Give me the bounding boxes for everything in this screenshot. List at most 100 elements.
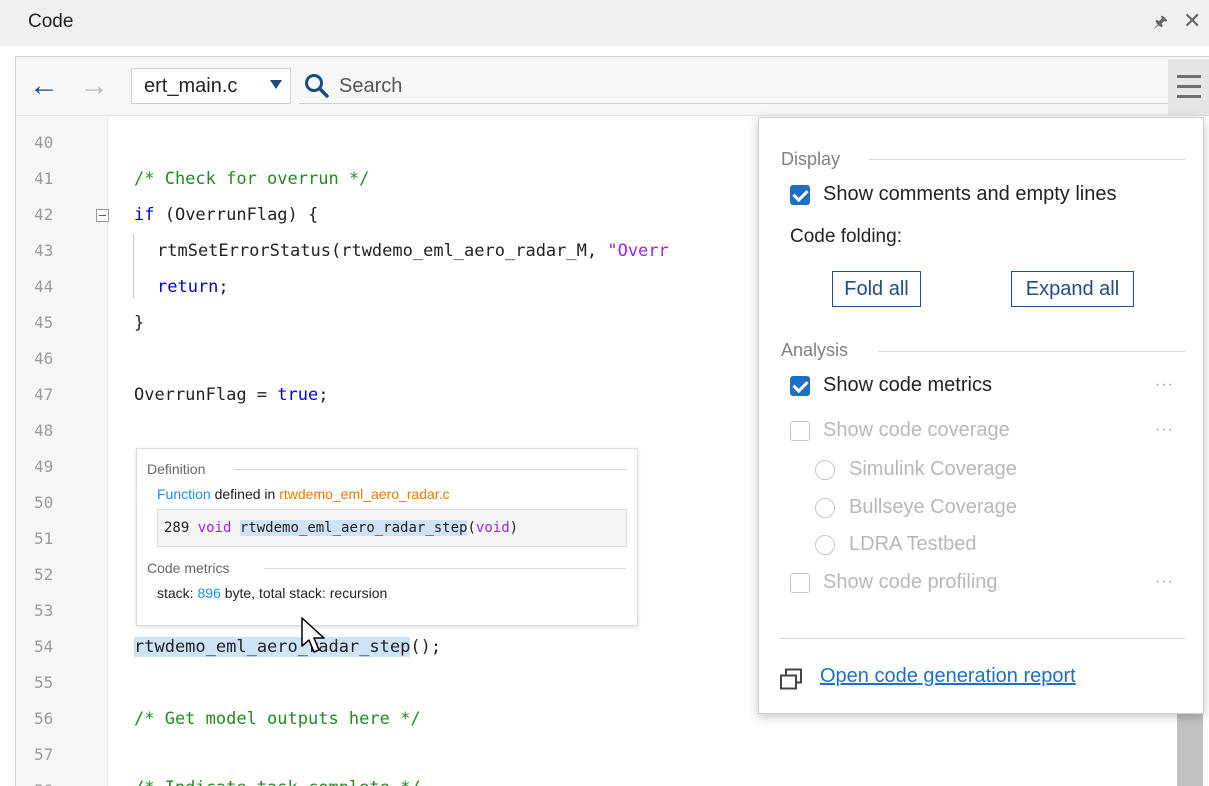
stack-metrics: stack: 896 byte, total stack: recursion (157, 585, 387, 601)
ldra-testbed-label[interactable]: LDRA Testbed (849, 533, 977, 556)
divider (869, 159, 1185, 160)
snippet-param-type: void (475, 520, 510, 536)
simulink-coverage-radio[interactable] (815, 460, 835, 480)
line-number: 41 (34, 169, 54, 188)
show-coverage-checkbox[interactable] (790, 421, 810, 441)
fold-toggle-icon[interactable] (96, 209, 109, 222)
code-toolbar: ← → ert_main.c (16, 57, 1209, 116)
line-number: 46 (34, 349, 54, 368)
pin-icon[interactable]: 🖈 (1153, 11, 1168, 38)
line-number: 42 (34, 205, 54, 224)
keyword: return (157, 277, 219, 297)
code-line-43: rtmSetErrorStatus(rtwdemo_eml_aero_radar… (157, 233, 669, 269)
fold-all-button[interactable]: Fold all (832, 271, 921, 307)
line-number: 52 (34, 565, 54, 584)
line-number: 51 (34, 529, 54, 548)
chevron-down-icon (270, 80, 282, 89)
line-number: 48 (34, 421, 54, 440)
panel-title: Code (28, 11, 74, 32)
open-code-generation-report-link[interactable]: Open code generation report (820, 665, 1076, 688)
line-number: 40 (34, 133, 54, 152)
ldra-testbed-radio[interactable] (815, 535, 835, 555)
divider (264, 568, 626, 569)
code-text: rtmSetErrorStatus(rtwdemo_eml_aero_radar… (157, 241, 608, 261)
show-profiling-label[interactable]: Show code profiling (823, 571, 998, 594)
search-input[interactable] (339, 72, 1139, 100)
display-heading: Display (781, 149, 841, 169)
defined-in-text: defined in (210, 486, 280, 502)
hamburger-bar (1177, 95, 1201, 98)
coverage-settings-more-icon[interactable]: ··· (1155, 421, 1174, 439)
code-line-42: if (OverrunFlag) { (134, 197, 318, 233)
analysis-heading: Analysis (781, 340, 849, 360)
bullseye-coverage-label[interactable]: Bullseye Coverage (849, 496, 1017, 519)
forward-arrow-icon[interactable]: → (79, 68, 109, 104)
source-file-link[interactable]: rtwdemo_eml_aero_radar.c (279, 486, 449, 502)
options-menu-button[interactable] (1168, 59, 1209, 115)
line-number: 55 (34, 673, 54, 692)
code-line-56: /* Get model outputs here */ (134, 709, 421, 729)
search-icon (305, 74, 329, 98)
open-window-icon (780, 668, 802, 690)
hamburger-bar (1177, 75, 1201, 78)
options-dropdown: Display Show comments and empty lines Co… (758, 117, 1204, 714)
definition-heading: Definition (147, 461, 206, 477)
mouse-pointer-icon (301, 617, 325, 653)
divider (234, 469, 626, 470)
code-line-47: OverrunFlag = true; (134, 377, 329, 413)
metrics-settings-more-icon[interactable]: ··· (1155, 376, 1174, 394)
show-comments-label[interactable]: Show comments and empty lines (823, 183, 1116, 206)
divider (779, 638, 1185, 639)
line-number: 58 (34, 773, 94, 786)
keyword: if (134, 205, 155, 225)
stack-label: stack: (157, 585, 198, 601)
divider (878, 351, 1185, 352)
stack-rest: byte, total stack: recursion (220, 585, 388, 601)
line-number: 43 (34, 241, 54, 260)
line-number: 54 (34, 637, 54, 656)
code-line-54: rtwdemo_eml_aero_radar_step(); (134, 629, 441, 665)
file-select-value: ert_main.c (144, 75, 238, 97)
code-line-58: /* Indicate task complete */ (134, 770, 421, 786)
string-literal: "Overr (607, 241, 669, 261)
code-folding-label: Code folding: (790, 226, 902, 247)
line-number: 49 (34, 457, 54, 476)
bullseye-coverage-radio[interactable] (815, 498, 835, 518)
function-call-link[interactable]: rtwdemo_eml_aero_radar_step (134, 637, 411, 657)
line-number: 53 (34, 601, 54, 620)
code-text: OverrunFlag = (134, 385, 278, 405)
close-icon[interactable]: ✕ (1183, 8, 1201, 34)
line-number-gutter: 40 41 42 43 44 45 46 47 48 49 50 51 52 5… (16, 117, 109, 786)
definition-tooltip: Definition Function defined in rtwdemo_e… (136, 448, 638, 626)
hamburger-bar (1177, 85, 1201, 88)
simulink-coverage-label[interactable]: Simulink Coverage (849, 458, 1017, 481)
keyword: true (277, 385, 319, 405)
line-number: 47 (34, 385, 54, 404)
show-profiling-checkbox[interactable] (790, 573, 810, 593)
snippet-function-name: rtwdemo_eml_aero_radar_step (239, 520, 468, 536)
panel-titlebar: Code 🖈 ✕ (0, 0, 1209, 46)
show-comments-checkbox[interactable] (790, 185, 810, 205)
snippet-return-type: void (197, 520, 232, 536)
code-text: ; (318, 385, 329, 405)
code-line-44: return; (157, 269, 229, 305)
indent-guide (133, 234, 134, 298)
line-number: 56 (34, 709, 54, 728)
vertical-scrollbar[interactable] (1177, 714, 1203, 786)
profiling-settings-more-icon[interactable]: ··· (1155, 573, 1174, 591)
show-metrics-checkbox[interactable] (790, 376, 810, 396)
search-box[interactable] (299, 68, 1173, 104)
code-text: ; (218, 277, 229, 297)
back-arrow-icon[interactable]: ← (29, 68, 59, 104)
show-coverage-label[interactable]: Show code coverage (823, 419, 1010, 442)
definition-code-snippet[interactable]: 289 void rtwdemo_eml_aero_radar_step(voi… (157, 509, 627, 547)
line-number: 45 (34, 313, 54, 332)
file-select-dropdown[interactable]: ert_main.c (131, 68, 291, 104)
expand-all-button[interactable]: Expand all (1011, 271, 1134, 307)
line-number: 44 (34, 277, 54, 296)
stack-value: 896 (197, 585, 221, 601)
code-line-45: } (134, 313, 145, 333)
show-metrics-label[interactable]: Show code metrics (823, 374, 992, 397)
line-number: 57 (34, 745, 54, 764)
definition-summary: Function defined in rtwdemo_eml_aero_rad… (157, 486, 450, 502)
